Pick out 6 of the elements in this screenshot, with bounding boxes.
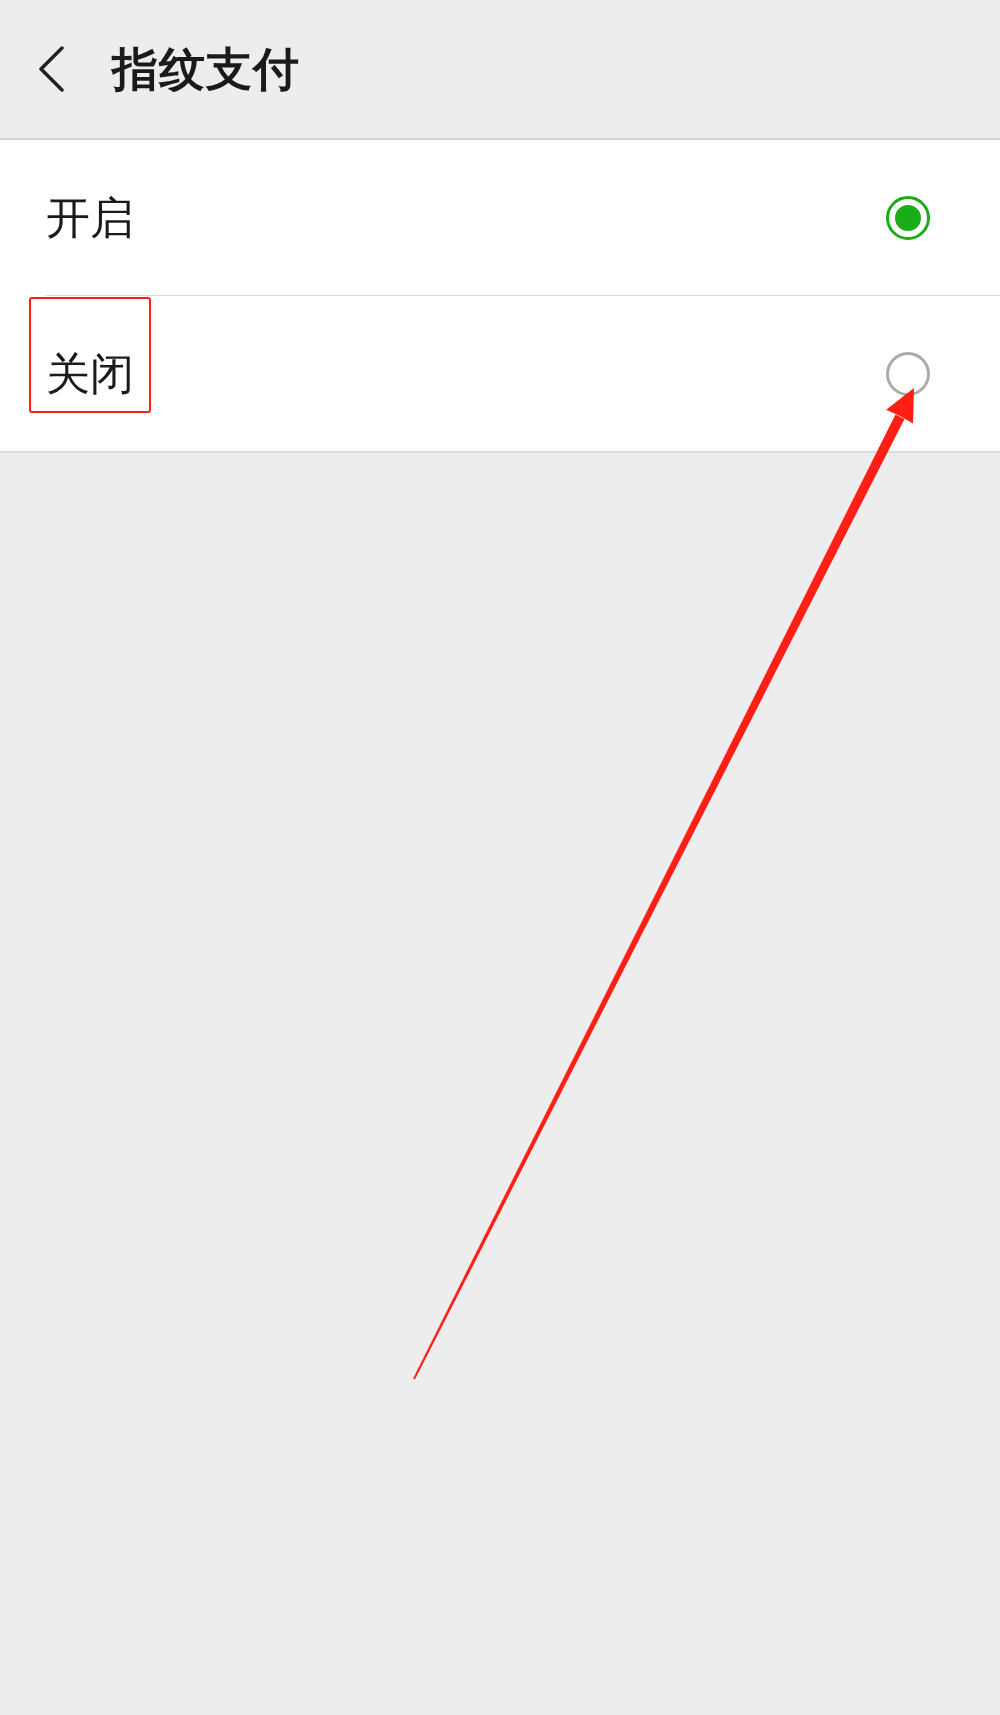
radio-icon[interactable] (886, 351, 930, 396)
page-title: 指纹支付 (112, 46, 300, 92)
back-icon (38, 46, 64, 92)
option-label: 关闭 (46, 351, 134, 396)
radio-icon[interactable] (886, 195, 930, 240)
option-label: 开启 (46, 195, 134, 240)
